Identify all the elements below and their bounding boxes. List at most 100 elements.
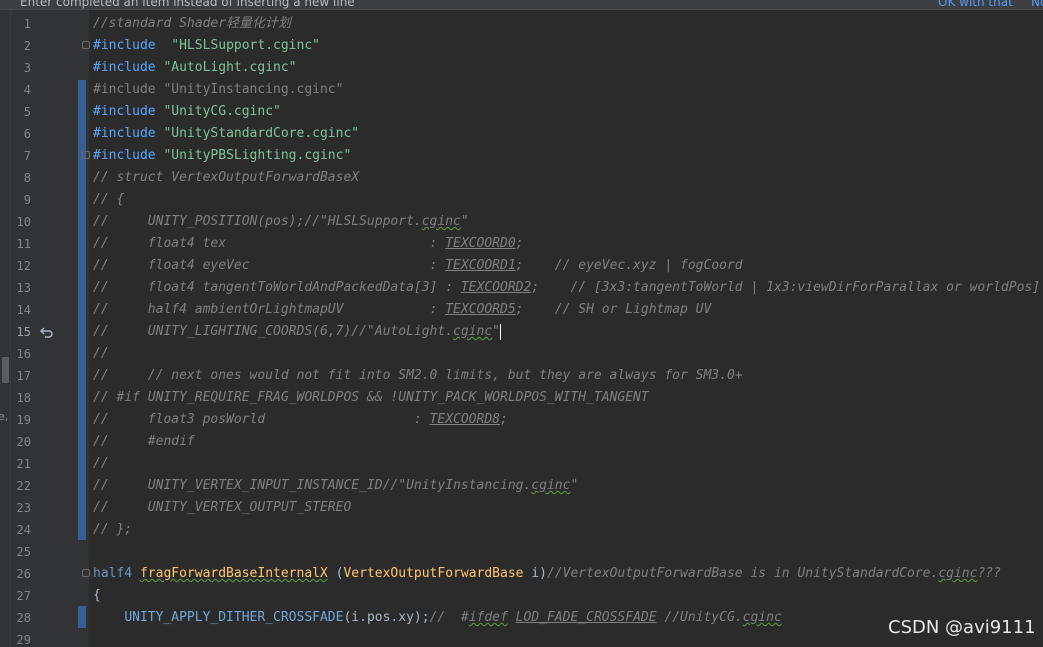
semantic-token: LOD_FADE_CROSSFADE [515, 610, 657, 625]
line-number: 8 [23, 171, 31, 185]
line-number: 18 [16, 391, 31, 405]
code-line-28[interactable]: UNITY_APPLY_DITHER_CROSSFADE(i.pos.xy);/… [93, 607, 782, 629]
line-number: 3 [23, 61, 31, 75]
side-scroll-thumb[interactable] [2, 357, 9, 383]
code-line-4[interactable]: #include "UnityInstancing.cginc" [93, 79, 343, 101]
code-line-12[interactable]: // float4 eyeVec : TEXCOORD1; // eyeVec.… [93, 255, 743, 277]
vcs-change-bar[interactable] [78, 80, 86, 540]
line-number-current: 15 [16, 325, 31, 339]
ok-with-that-link[interactable]: OK with that [938, 0, 1013, 9]
comment-text: // float4 tex : [93, 236, 446, 251]
spellcheck-word: cginc [742, 610, 782, 625]
include-keyword: #include [93, 38, 156, 53]
code-line-24[interactable]: // }; [93, 519, 132, 541]
comment-text: ; [500, 412, 508, 427]
return-type: half4 [93, 566, 133, 581]
comment-text: // float4 eyeVec : [93, 258, 446, 273]
line-number: 20 [16, 435, 31, 449]
line-number: 10 [16, 215, 31, 229]
semantic-token: TEXCOORD8 [429, 412, 500, 427]
comment-text: ; // [3x3:tangentToWorld | 1x3:viewDirFo… [531, 280, 1041, 295]
undo-icon[interactable] [40, 325, 54, 339]
code-line-26[interactable]: half4 fragForwardBaseInternalX (VertexOu… [93, 563, 1001, 585]
watermark: CSDN @avi9111 [888, 617, 1036, 638]
code-line-11[interactable]: // float4 tex : TEXCOORD0; [93, 233, 523, 255]
semantic-token: TEXCOORD1 [445, 258, 516, 273]
line-number: 6 [23, 127, 31, 141]
code-line-8[interactable]: // struct VertexOutputForwardBaseX [93, 167, 359, 189]
line-number: 19 [16, 413, 31, 427]
line-number: 23 [16, 501, 31, 515]
line-number: 22 [16, 479, 31, 493]
semantic-token: TEXCOORD5 [445, 302, 516, 317]
code-line-21[interactable]: // [93, 453, 109, 475]
line-number: 16 [16, 347, 31, 361]
code-line-18[interactable]: // #if UNITY_REQUIRE_FRAG_WORLDPOS && !U… [93, 387, 649, 409]
param-type: VertexOutputForwardBase [343, 566, 524, 581]
line-number: 9 [23, 193, 31, 207]
code-line-27[interactable]: { [93, 585, 101, 607]
function-name: fragForwardBaseInternalX [139, 566, 328, 581]
macro-args: (i.pos.xy); [343, 610, 430, 625]
comment-text: " [492, 324, 500, 339]
vcs-change-bar[interactable] [78, 606, 86, 628]
code-line-10[interactable]: // UNITY_POSITION(pos);//"HLSLSupport.cg… [93, 211, 469, 233]
code-line-13[interactable]: // float4 tangentToWorldAndPackedData[3]… [93, 277, 1040, 299]
line-number: 12 [16, 259, 31, 273]
code-line-15[interactable]: // UNITY_LIGHTING_COORDS(6,7)//"AutoLigh… [93, 321, 501, 343]
code-line-7[interactable]: #include "UnityPBSLighting.cginc" [93, 145, 351, 167]
code-line-6[interactable]: #include "UnityStandardCore.cginc" [93, 123, 359, 145]
code-line-19[interactable]: // float3 posWorld : TEXCOORD8; [93, 409, 508, 431]
comment-text: // float3 posWorld : [93, 412, 430, 427]
line-number: 13 [16, 281, 31, 295]
comment-text: // UNITY_POSITION(pos);//"HLSLSupport. [93, 214, 422, 229]
comment-text: " [570, 478, 579, 493]
spellcheck-word: cginc [453, 324, 493, 339]
fold-marker-icon[interactable] [82, 569, 90, 577]
include-path: "AutoLight.cginc" [155, 60, 297, 75]
param-name: i) [523, 566, 547, 581]
comment-text [508, 610, 516, 625]
code-line-20[interactable]: // #endif [93, 431, 195, 453]
fold-marker-icon[interactable] [82, 41, 90, 49]
line-number: 14 [16, 303, 31, 317]
code-line-16[interactable]: // [93, 343, 109, 365]
code-line-1[interactable]: //standard Shader轻量化计划 [93, 13, 291, 35]
code-line-2[interactable]: #include "HLSLSupport.cginc" [93, 35, 320, 57]
spellcheck-word: cginc [421, 214, 461, 229]
fold-marker-icon[interactable] [82, 151, 90, 159]
code-line-23[interactable]: // UNITY_VERTEX_OUTPUT_STEREO [93, 497, 351, 519]
hint-text: Enter completed an item instead of inser… [20, 0, 355, 9]
spellcheck-word: ifdef [468, 610, 508, 625]
comment-text: " [460, 214, 469, 229]
include-keyword: #include [93, 60, 156, 75]
include-path: "HLSLSupport.cginc" [155, 38, 320, 53]
line-number: 5 [23, 105, 31, 119]
code-line-22[interactable]: // UNITY_VERTEX_INPUT_INSTANCE_ID//"Unit… [93, 475, 578, 497]
code-line-9[interactable]: // { [93, 189, 124, 211]
undo-icon-glyph [40, 327, 53, 338]
code-line-3[interactable]: #include "AutoLight.cginc" [93, 57, 297, 79]
line-number: 26 [16, 567, 31, 581]
comment-text: ??? [977, 566, 1001, 581]
code-line-14[interactable]: // half4 ambientOrLightmapUV : TEXCOORD5… [93, 299, 711, 321]
code-line-17[interactable]: // // next ones would not fit into SM2.0… [93, 365, 743, 387]
line-number: 25 [16, 545, 31, 559]
code-line-5[interactable]: #include "UnityCG.cginc" [93, 101, 281, 123]
macro-call: UNITY_APPLY_DITHER_CROSSFADE [124, 610, 344, 625]
no-link[interactable]: No [1031, 0, 1043, 9]
line-number: 7 [23, 149, 31, 163]
spellcheck-word: cginc [938, 566, 978, 581]
include-keyword: #include [93, 126, 156, 141]
comment-text: // # [429, 610, 469, 625]
text-caret [500, 323, 501, 340]
comment-text: // half4 ambientOrLightmapUV : [93, 302, 446, 317]
semantic-token: TEXCOORD0 [445, 236, 516, 251]
comment-text: ; // eyeVec.xyz | fogCoord [515, 258, 743, 273]
include-keyword: #include [93, 148, 156, 163]
line-number: 27 [16, 589, 31, 603]
line-number: 28 [16, 611, 31, 625]
line-number: 29 [16, 633, 31, 647]
semantic-token: TEXCOORD2 [460, 280, 532, 295]
comment-text: //VertexOutputForwardBase is in UnitySta… [546, 566, 939, 581]
